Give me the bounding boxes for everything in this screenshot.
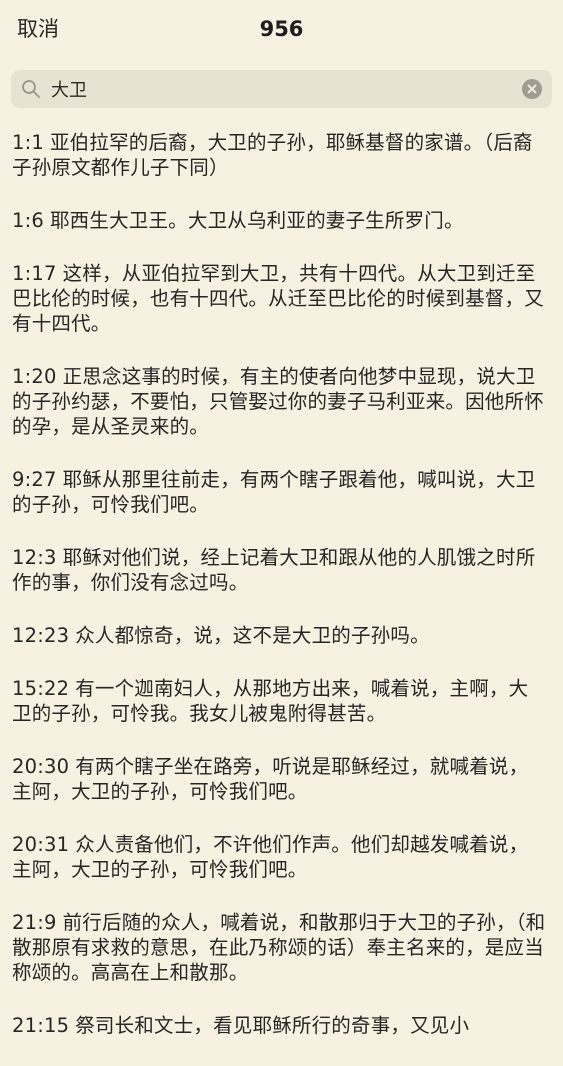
search-icon — [21, 79, 41, 99]
page-title: 956 — [259, 17, 304, 41]
verse-ref: 12:3 — [12, 546, 57, 569]
verse-ref: 21:15 — [12, 1014, 70, 1037]
verse-text: 祭司长和文士，看见耶稣所行的奇事，又见小 — [75, 1014, 470, 1037]
verse-ref: 1:1 — [12, 131, 44, 154]
verse-ref: 1:17 — [12, 262, 57, 285]
verse-text: 众人责备他们，不许他们作声。他们却越发喊着说，主阿，大卫的子孙，可怜我们吧。 — [12, 833, 529, 881]
verse-text: 耶西生大卫王。大卫从乌利亚的妻子生所罗门。 — [49, 209, 464, 232]
verse-ref: 15:22 — [12, 677, 70, 700]
verse-text: 前行后随的众人，喊着说，和散那归于大卫的子孙，（和散那原有求救的意思，在此乃称颂… — [12, 911, 546, 984]
verse-text: 耶稣对他们说，经上记着大卫和跟从他的人肌饿之时所作的事，你们没有念过吗。 — [12, 546, 536, 594]
result-item[interactable]: 1:6 耶西生大卫王。大卫从乌利亚的妻子生所罗门。 — [12, 208, 547, 233]
search-input[interactable] — [51, 70, 511, 108]
result-item[interactable]: 20:31 众人责备他们，不许他们作声。他们却越发喊着说，主阿，大卫的子孙，可怜我… — [12, 832, 547, 882]
verse-ref: 9:27 — [12, 468, 57, 491]
search-bar[interactable] — [11, 70, 552, 108]
result-item[interactable]: 12:23 众人都惊奇，说，这不是大卫的子孙吗。 — [12, 623, 547, 648]
verse-ref: 1:6 — [12, 209, 44, 232]
result-item[interactable]: 15:22 有一个迦南妇人，从那地方出来，喊着说，主啊，大卫的子孙，可怜我。我女儿… — [12, 676, 547, 726]
verse-text: 这样，从亚伯拉罕到大卫，共有十四代。从大卫到迁至巴比伦的时候，也有十四代。从迁至… — [12, 262, 544, 335]
verse-text: 有两个瞎子坐在路旁，听说是耶稣经过，就喊着说，主阿，大卫的子孙，可怜我们吧。 — [12, 755, 529, 803]
verse-text: 有一个迦南妇人，从那地方出来，喊着说，主啊，大卫的子孙，可怜我。我女儿被鬼附得甚… — [12, 677, 529, 725]
result-item[interactable]: 1:17 这样，从亚伯拉罕到大卫，共有十四代。从大卫到迁至巴比伦的时候，也有十四代… — [12, 261, 547, 336]
result-item[interactable]: 20:30 有两个瞎子坐在路旁，听说是耶稣经过，就喊着说，主阿，大卫的子孙，可怜我… — [12, 754, 547, 804]
verse-text: 众人都惊奇，说，这不是大卫的子孙吗。 — [75, 624, 430, 647]
result-item[interactable]: 9:27 耶稣从那里往前走，有两个瞎子跟着他，喊叫说，大卫的子孙，可怜我们吧。 — [12, 467, 547, 517]
verse-text: 耶稣从那里往前走，有两个瞎子跟着他，喊叫说，大卫的子孙，可怜我们吧。 — [12, 468, 536, 516]
top-bar: 取消 956 — [0, 0, 563, 62]
result-item[interactable]: 21:9 前行后随的众人，喊着说，和散那归于大卫的子孙，（和散那原有求救的意思，在… — [12, 910, 547, 985]
result-item[interactable]: 1:20 正思念这事的时候，有主的使者向他梦中显现，说大卫的子孙约瑟，不要怕，只管… — [12, 364, 547, 439]
verse-ref: 20:31 — [12, 833, 70, 856]
verse-ref: 1:20 — [12, 365, 57, 388]
results-list: 1:1 亚伯拉罕的后裔，大卫的子孙，耶稣基督的家谱。（后裔子孙原文都作儿子下同） … — [12, 130, 547, 1066]
result-item[interactable]: 1:1 亚伯拉罕的后裔，大卫的子孙，耶稣基督的家谱。（后裔子孙原文都作儿子下同） — [12, 130, 547, 180]
result-item[interactable]: 21:15 祭司长和文士，看见耶稣所行的奇事，又见小 — [12, 1013, 547, 1038]
verse-ref: 20:30 — [12, 755, 70, 778]
verse-ref: 12:23 — [12, 624, 70, 647]
verse-text: 亚伯拉罕的后裔，大卫的子孙，耶稣基督的家谱。（后裔子孙原文都作儿子下同） — [12, 131, 533, 179]
result-item[interactable]: 12:3 耶稣对他们说，经上记着大卫和跟从他的人肌饿之时所作的事，你们没有念过吗。 — [12, 545, 547, 595]
clear-search-icon[interactable] — [522, 79, 542, 99]
verse-ref: 21:9 — [12, 911, 57, 934]
verse-text: 正思念这事的时候，有主的使者向他梦中显现，说大卫的子孙约瑟，不要怕，只管娶过你的… — [12, 365, 544, 438]
